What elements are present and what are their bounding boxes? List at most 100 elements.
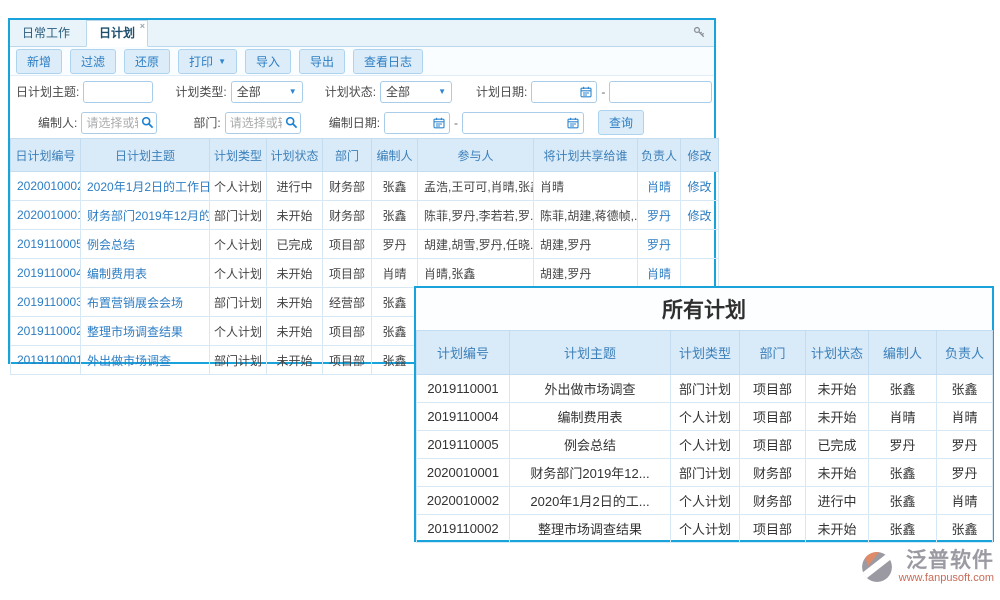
column-header: 计划状态 bbox=[806, 331, 869, 375]
dept-cell: 财务部 bbox=[323, 172, 372, 201]
toolbar-button-3[interactable]: 打印▼ bbox=[178, 49, 237, 74]
table-row[interactable]: 2019110004编制费用表个人计划未开始项目部肖晴肖晴,张鑫胡建,罗丹肖晴 bbox=[11, 259, 719, 288]
creator-filter-label: 编制人: bbox=[38, 114, 77, 131]
tab-daily-plan[interactable]: 日计划 × bbox=[86, 20, 148, 47]
column-header[interactable]: 计划状态 bbox=[267, 139, 323, 172]
column-header[interactable]: 日计划编号 bbox=[11, 139, 81, 172]
cell: 项目部 bbox=[740, 431, 806, 459]
creator-cell: 罗丹 bbox=[372, 230, 418, 259]
dept-cell: 项目部 bbox=[323, 230, 372, 259]
cell: 已完成 bbox=[806, 431, 869, 459]
close-icon[interactable]: × bbox=[140, 22, 145, 31]
column-header[interactable]: 计划类型 bbox=[210, 139, 267, 172]
status-cell: 未开始 bbox=[267, 288, 323, 317]
id-cell[interactable]: 2019110003 bbox=[11, 288, 81, 317]
column-header[interactable]: 将计划共享给谁 bbox=[534, 139, 638, 172]
vendor-logo: 泛普软件 www.fanpusoft.com bbox=[859, 549, 994, 585]
all-plans-table: 计划编号计划主题计划类型部门计划状态编制人负责人 2019110001外出做市场… bbox=[416, 330, 993, 543]
toolbar-button-label: 过滤 bbox=[81, 53, 105, 70]
share-cell: 胡建,罗丹 bbox=[534, 259, 638, 288]
calendar-icon bbox=[567, 117, 579, 129]
column-header[interactable]: 负责人 bbox=[638, 139, 681, 172]
column-header[interactable]: 修改 bbox=[681, 139, 719, 172]
cell: 项目部 bbox=[740, 403, 806, 431]
type-filter-value: 全部 bbox=[237, 83, 261, 100]
table-row: 20200100022020年1月2日的工...个人计划财务部进行中张鑫肖晴 bbox=[417, 487, 993, 515]
subject-cell[interactable]: 整理市场调查结果 bbox=[81, 317, 210, 346]
subject-filter-input[interactable] bbox=[83, 81, 153, 103]
share-cell: 陈菲,胡建,蒋德帧,... bbox=[534, 201, 638, 230]
type-cell: 部门计划 bbox=[210, 201, 267, 230]
subject-cell[interactable]: 布置营销展会会场 bbox=[81, 288, 210, 317]
plan-date-start-input[interactable] bbox=[531, 81, 597, 103]
cell: 例会总结 bbox=[510, 431, 671, 459]
calendar-icon bbox=[433, 117, 445, 129]
range-separator: - bbox=[454, 116, 458, 130]
toolbar-button-label: 还原 bbox=[135, 53, 159, 70]
toolbar-button-1[interactable]: 过滤 bbox=[70, 49, 116, 74]
edit-cell[interactable]: 修改 bbox=[681, 201, 719, 230]
dept-cell: 项目部 bbox=[323, 259, 372, 288]
key-icon[interactable] bbox=[693, 26, 706, 42]
toolbar-button-2[interactable]: 还原 bbox=[124, 49, 170, 74]
search-icon[interactable] bbox=[141, 116, 154, 129]
column-header[interactable]: 编制人 bbox=[372, 139, 418, 172]
table-row[interactable]: 2020010001财务部门2019年12月的...部门计划未开始财务部张鑫陈菲… bbox=[11, 201, 719, 230]
column-header: 部门 bbox=[740, 331, 806, 375]
owner-cell[interactable]: 肖晴 bbox=[638, 172, 681, 201]
id-cell[interactable]: 2019110004 bbox=[11, 259, 81, 288]
tab-label: 日计划 bbox=[99, 26, 135, 40]
subject-cell[interactable]: 编制费用表 bbox=[81, 259, 210, 288]
vendor-url: www.fanpusoft.com bbox=[899, 572, 994, 584]
id-cell[interactable]: 2019110002 bbox=[11, 317, 81, 346]
chevron-down-icon: ▼ bbox=[438, 87, 446, 96]
id-cell[interactable]: 2019110001 bbox=[11, 346, 81, 375]
cell: 2020010001 bbox=[417, 459, 510, 487]
type-filter-select[interactable]: 全部 ▼ bbox=[231, 81, 303, 103]
column-header[interactable]: 参与人 bbox=[418, 139, 534, 172]
cell: 2019110005 bbox=[417, 431, 510, 459]
toolbar-button-5[interactable]: 导出 bbox=[299, 49, 345, 74]
subject-cell[interactable]: 财务部门2019年12月的... bbox=[81, 201, 210, 230]
cell: 进行中 bbox=[806, 487, 869, 515]
toolbar-button-6[interactable]: 查看日志 bbox=[353, 49, 423, 74]
cell: 财务部 bbox=[740, 459, 806, 487]
edit-date-end-input[interactable] bbox=[462, 112, 584, 134]
cell: 2019110004 bbox=[417, 403, 510, 431]
status-cell: 未开始 bbox=[267, 259, 323, 288]
search-icon[interactable] bbox=[285, 116, 298, 129]
id-cell[interactable]: 2020010002 bbox=[11, 172, 81, 201]
cell: 未开始 bbox=[806, 459, 869, 487]
cell: 张鑫 bbox=[869, 487, 937, 515]
type-filter-label: 计划类型: bbox=[175, 83, 226, 100]
id-cell[interactable]: 2020010001 bbox=[11, 201, 81, 230]
owner-cell[interactable]: 罗丹 bbox=[638, 230, 681, 259]
edit-cell[interactable]: 修改 bbox=[681, 172, 719, 201]
toolbar-button-label: 查看日志 bbox=[364, 53, 412, 70]
column-header[interactable]: 日计划主题 bbox=[81, 139, 210, 172]
status-cell: 已完成 bbox=[267, 230, 323, 259]
range-separator: - bbox=[601, 85, 605, 99]
column-header[interactable]: 部门 bbox=[323, 139, 372, 172]
id-cell[interactable]: 2019110005 bbox=[11, 230, 81, 259]
subject-cell[interactable]: 2020年1月2日的工作日... bbox=[81, 172, 210, 201]
toolbar-button-label: 导入 bbox=[256, 53, 280, 70]
subject-cell[interactable]: 外出做市场调查 bbox=[81, 346, 210, 375]
owner-cell[interactable]: 罗丹 bbox=[638, 201, 681, 230]
plan-date-end-input[interactable] bbox=[609, 81, 712, 103]
edit-date-start-input[interactable] bbox=[384, 112, 450, 134]
toolbar-button-4[interactable]: 导入 bbox=[245, 49, 291, 74]
tab-daily-work[interactable]: 日常工作 bbox=[10, 21, 82, 46]
query-button[interactable]: 查询 bbox=[598, 110, 644, 135]
table-row[interactable]: 20200100022020年1月2日的工作日...个人计划进行中财务部张鑫孟浩… bbox=[11, 172, 719, 201]
fanpu-logo-icon bbox=[859, 549, 895, 585]
owner-cell[interactable]: 肖晴 bbox=[638, 259, 681, 288]
table-row[interactable]: 2019110005例会总结个人计划已完成项目部罗丹胡建,胡雪,罗丹,任晓...… bbox=[11, 230, 719, 259]
cell: 2020年1月2日的工... bbox=[510, 487, 671, 515]
participants-cell: 陈菲,罗丹,李若若,罗... bbox=[418, 201, 534, 230]
subject-cell[interactable]: 例会总结 bbox=[81, 230, 210, 259]
status-filter-select[interactable]: 全部 ▼ bbox=[380, 81, 452, 103]
status-cell: 未开始 bbox=[267, 346, 323, 375]
toolbar-button-0[interactable]: 新增 bbox=[16, 49, 62, 74]
share-cell: 肖晴 bbox=[534, 172, 638, 201]
